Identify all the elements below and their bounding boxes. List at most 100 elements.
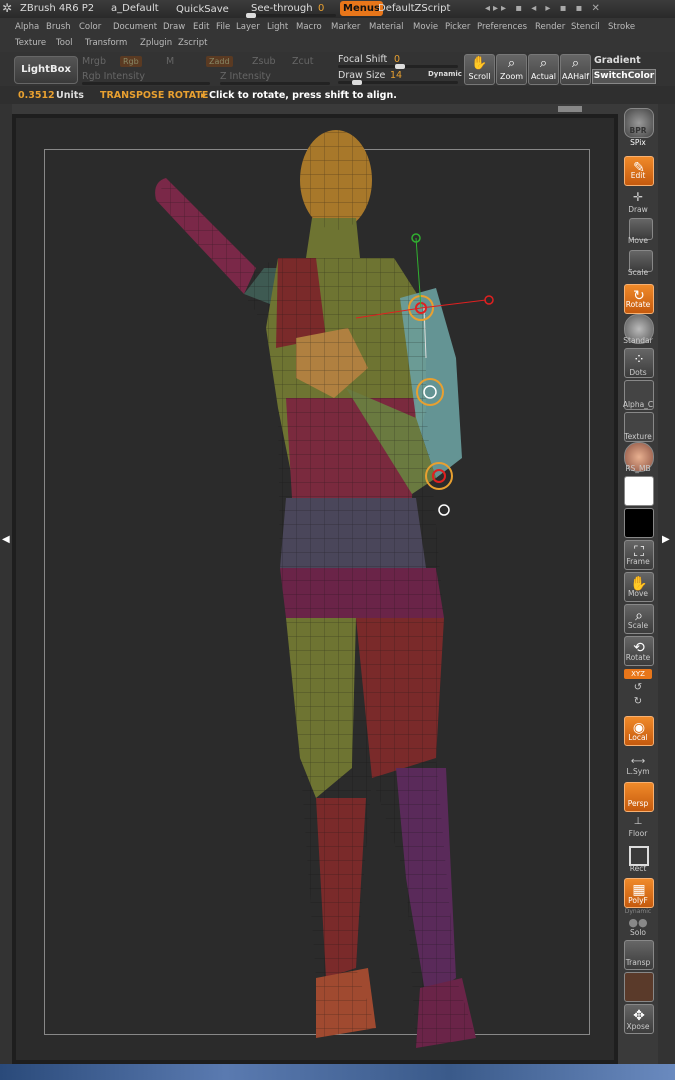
see-through-slider[interactable]: [248, 14, 336, 17]
menu-marker[interactable]: Marker: [331, 22, 360, 32]
draw-label[interactable]: Draw: [620, 205, 656, 214]
standard-brush-label: Standar: [623, 336, 653, 345]
zcut-button[interactable]: Zcut: [292, 56, 313, 67]
menu-picker[interactable]: Picker: [445, 22, 470, 32]
menu-layer[interactable]: Layer: [236, 22, 260, 32]
ghost-button[interactable]: [624, 972, 654, 1002]
menu-stencil[interactable]: Stencil: [571, 22, 600, 32]
gradient-button[interactable]: Gradient: [594, 55, 641, 66]
floor-label[interactable]: Floor: [620, 829, 656, 838]
menu-transform[interactable]: Transform: [85, 38, 127, 48]
focal-shift-knob[interactable]: [395, 64, 405, 69]
expand-left-tray-icon[interactable]: ◀: [2, 534, 10, 545]
zoom-button[interactable]: ⌕ Zoom: [496, 54, 527, 85]
hand-icon: ✋: [471, 56, 488, 71]
rect-icon[interactable]: [629, 846, 649, 866]
edit-label: Edit: [630, 171, 646, 180]
menu-document[interactable]: Document: [113, 22, 157, 32]
menu-brush[interactable]: Brush: [46, 22, 71, 32]
desktop-taskbar: [0, 1064, 675, 1080]
right-shelf: BPR SPix ✎ Edit ✛ Draw Move Scale ↻ Rota…: [620, 104, 656, 1044]
top-shelf: LightBox Mrgb Rgb M Zadd Zsub Zcut Rgb I…: [0, 52, 675, 86]
secondary-color-swatch[interactable]: [624, 508, 654, 538]
mrgb-button[interactable]: Mrgb: [82, 56, 106, 67]
menu-light[interactable]: Light: [267, 22, 288, 32]
solo-label[interactable]: Solo: [620, 928, 656, 937]
draw-size-knob[interactable]: [352, 80, 362, 85]
menu-macro[interactable]: Macro: [296, 22, 322, 32]
see-through-label[interactable]: See-through: [251, 3, 313, 14]
document-canvas[interactable]: [16, 118, 614, 1060]
figure-model[interactable]: [16, 118, 614, 1060]
magnifier-icon: ⌕: [507, 56, 516, 71]
menu-tool[interactable]: Tool: [56, 38, 73, 48]
material-label: RS_MB: [625, 464, 651, 473]
menu-alpha[interactable]: Alpha: [15, 22, 39, 32]
menus-button[interactable]: Menus: [340, 1, 383, 16]
zsub-button[interactable]: Zsub: [252, 56, 276, 67]
rgb-intensity-label[interactable]: Rgb Intensity: [82, 71, 145, 82]
dots-stroke-label: Dots: [629, 368, 647, 377]
lsym-icon: ⟷: [630, 756, 646, 767]
zscript-name[interactable]: DefaultZScript: [378, 3, 450, 14]
rgb-intensity-slider[interactable]: [82, 82, 210, 85]
rgb-button[interactable]: Rgb: [120, 56, 142, 67]
z-intensity-slider[interactable]: [220, 82, 330, 85]
actual-button[interactable]: ⌕ Actual: [528, 54, 559, 85]
scale-label: Scale: [627, 268, 649, 277]
menu-zplugin[interactable]: Zplugin: [140, 38, 172, 48]
lightbox-button[interactable]: LightBox: [14, 56, 78, 84]
move-view-label: Move: [627, 589, 649, 598]
xyz-toggle[interactable]: XYZ: [624, 669, 652, 679]
switchcolor-button[interactable]: SwitchColor: [592, 69, 656, 84]
zbrush-logo-icon: ✲: [2, 1, 13, 15]
bpr-label: BPR: [629, 126, 647, 135]
draw-icon: ✛: [632, 190, 644, 204]
transpose-mode-label: TRANSPOSE ROTATE: [100, 90, 209, 101]
menu-texture[interactable]: Texture: [15, 38, 46, 48]
menu-material[interactable]: Material: [369, 22, 404, 32]
rotate-y-icon[interactable]: ↺: [620, 682, 656, 693]
scrollbar-handle[interactable]: [558, 106, 582, 112]
info-bar: 0.3512 Units TRANSPOSE ROTATE ▸ Click to…: [0, 86, 675, 112]
dynamic-button[interactable]: Dynamic: [428, 70, 462, 78]
window-controls[interactable]: ◂▸▸ ▪ ◂ ▸ ▪ ▪ ✕: [485, 3, 603, 14]
menu-render[interactable]: Render: [535, 22, 565, 32]
magnifier-icon: ⌕: [539, 56, 548, 71]
menu-movie[interactable]: Movie: [413, 22, 438, 32]
menu-file[interactable]: File: [216, 22, 230, 32]
menu-color[interactable]: Color: [79, 22, 101, 32]
magnifier-icon: ⌕: [571, 56, 580, 71]
xpose-label: Xpose: [626, 1022, 650, 1031]
move-label: Move: [627, 236, 649, 245]
texture-label: Texture: [624, 432, 652, 441]
title-bar: ✲ ZBrush 4R6 P2 a_Default QuickSave See-…: [0, 0, 675, 18]
m-button[interactable]: M: [166, 56, 174, 67]
transp-label: Transp: [625, 958, 651, 967]
canvas-frame: [12, 114, 618, 1064]
focal-shift-label[interactable]: Focal Shift: [338, 54, 387, 65]
z-intensity-label[interactable]: Z Intensity: [220, 71, 271, 82]
spix-label[interactable]: SPix: [620, 138, 656, 147]
expand-right-tray-icon[interactable]: ▶: [662, 534, 670, 545]
menu-edit[interactable]: Edit: [193, 22, 209, 32]
main-color-swatch[interactable]: [624, 476, 654, 506]
dots-icon: ⁘: [633, 352, 645, 368]
right-tray: ▶: [658, 104, 675, 1064]
rotate-view-label: Rotate: [625, 653, 651, 662]
draw-size-label[interactable]: Draw Size: [338, 70, 385, 81]
rotate-z-icon[interactable]: ↻: [620, 696, 656, 707]
aahalf-button[interactable]: ⌕ AAHalf: [560, 54, 591, 85]
alpha-label: Alpha_C: [622, 400, 654, 409]
lsym-label[interactable]: L.Sym: [620, 767, 656, 776]
material-name[interactable]: a_Default: [111, 3, 159, 14]
zadd-button[interactable]: Zadd: [206, 56, 233, 67]
menu-draw[interactable]: Draw: [163, 22, 185, 32]
rotate-button[interactable]: ↻: [624, 284, 654, 314]
menu-zscript[interactable]: Zscript: [178, 38, 208, 48]
menu-stroke[interactable]: Stroke: [608, 22, 635, 32]
menu-preferences[interactable]: Preferences: [477, 22, 527, 32]
quicksave-button[interactable]: QuickSave: [176, 4, 229, 15]
local-label: Local: [628, 733, 648, 742]
scroll-button[interactable]: ✋ Scroll: [464, 54, 495, 85]
